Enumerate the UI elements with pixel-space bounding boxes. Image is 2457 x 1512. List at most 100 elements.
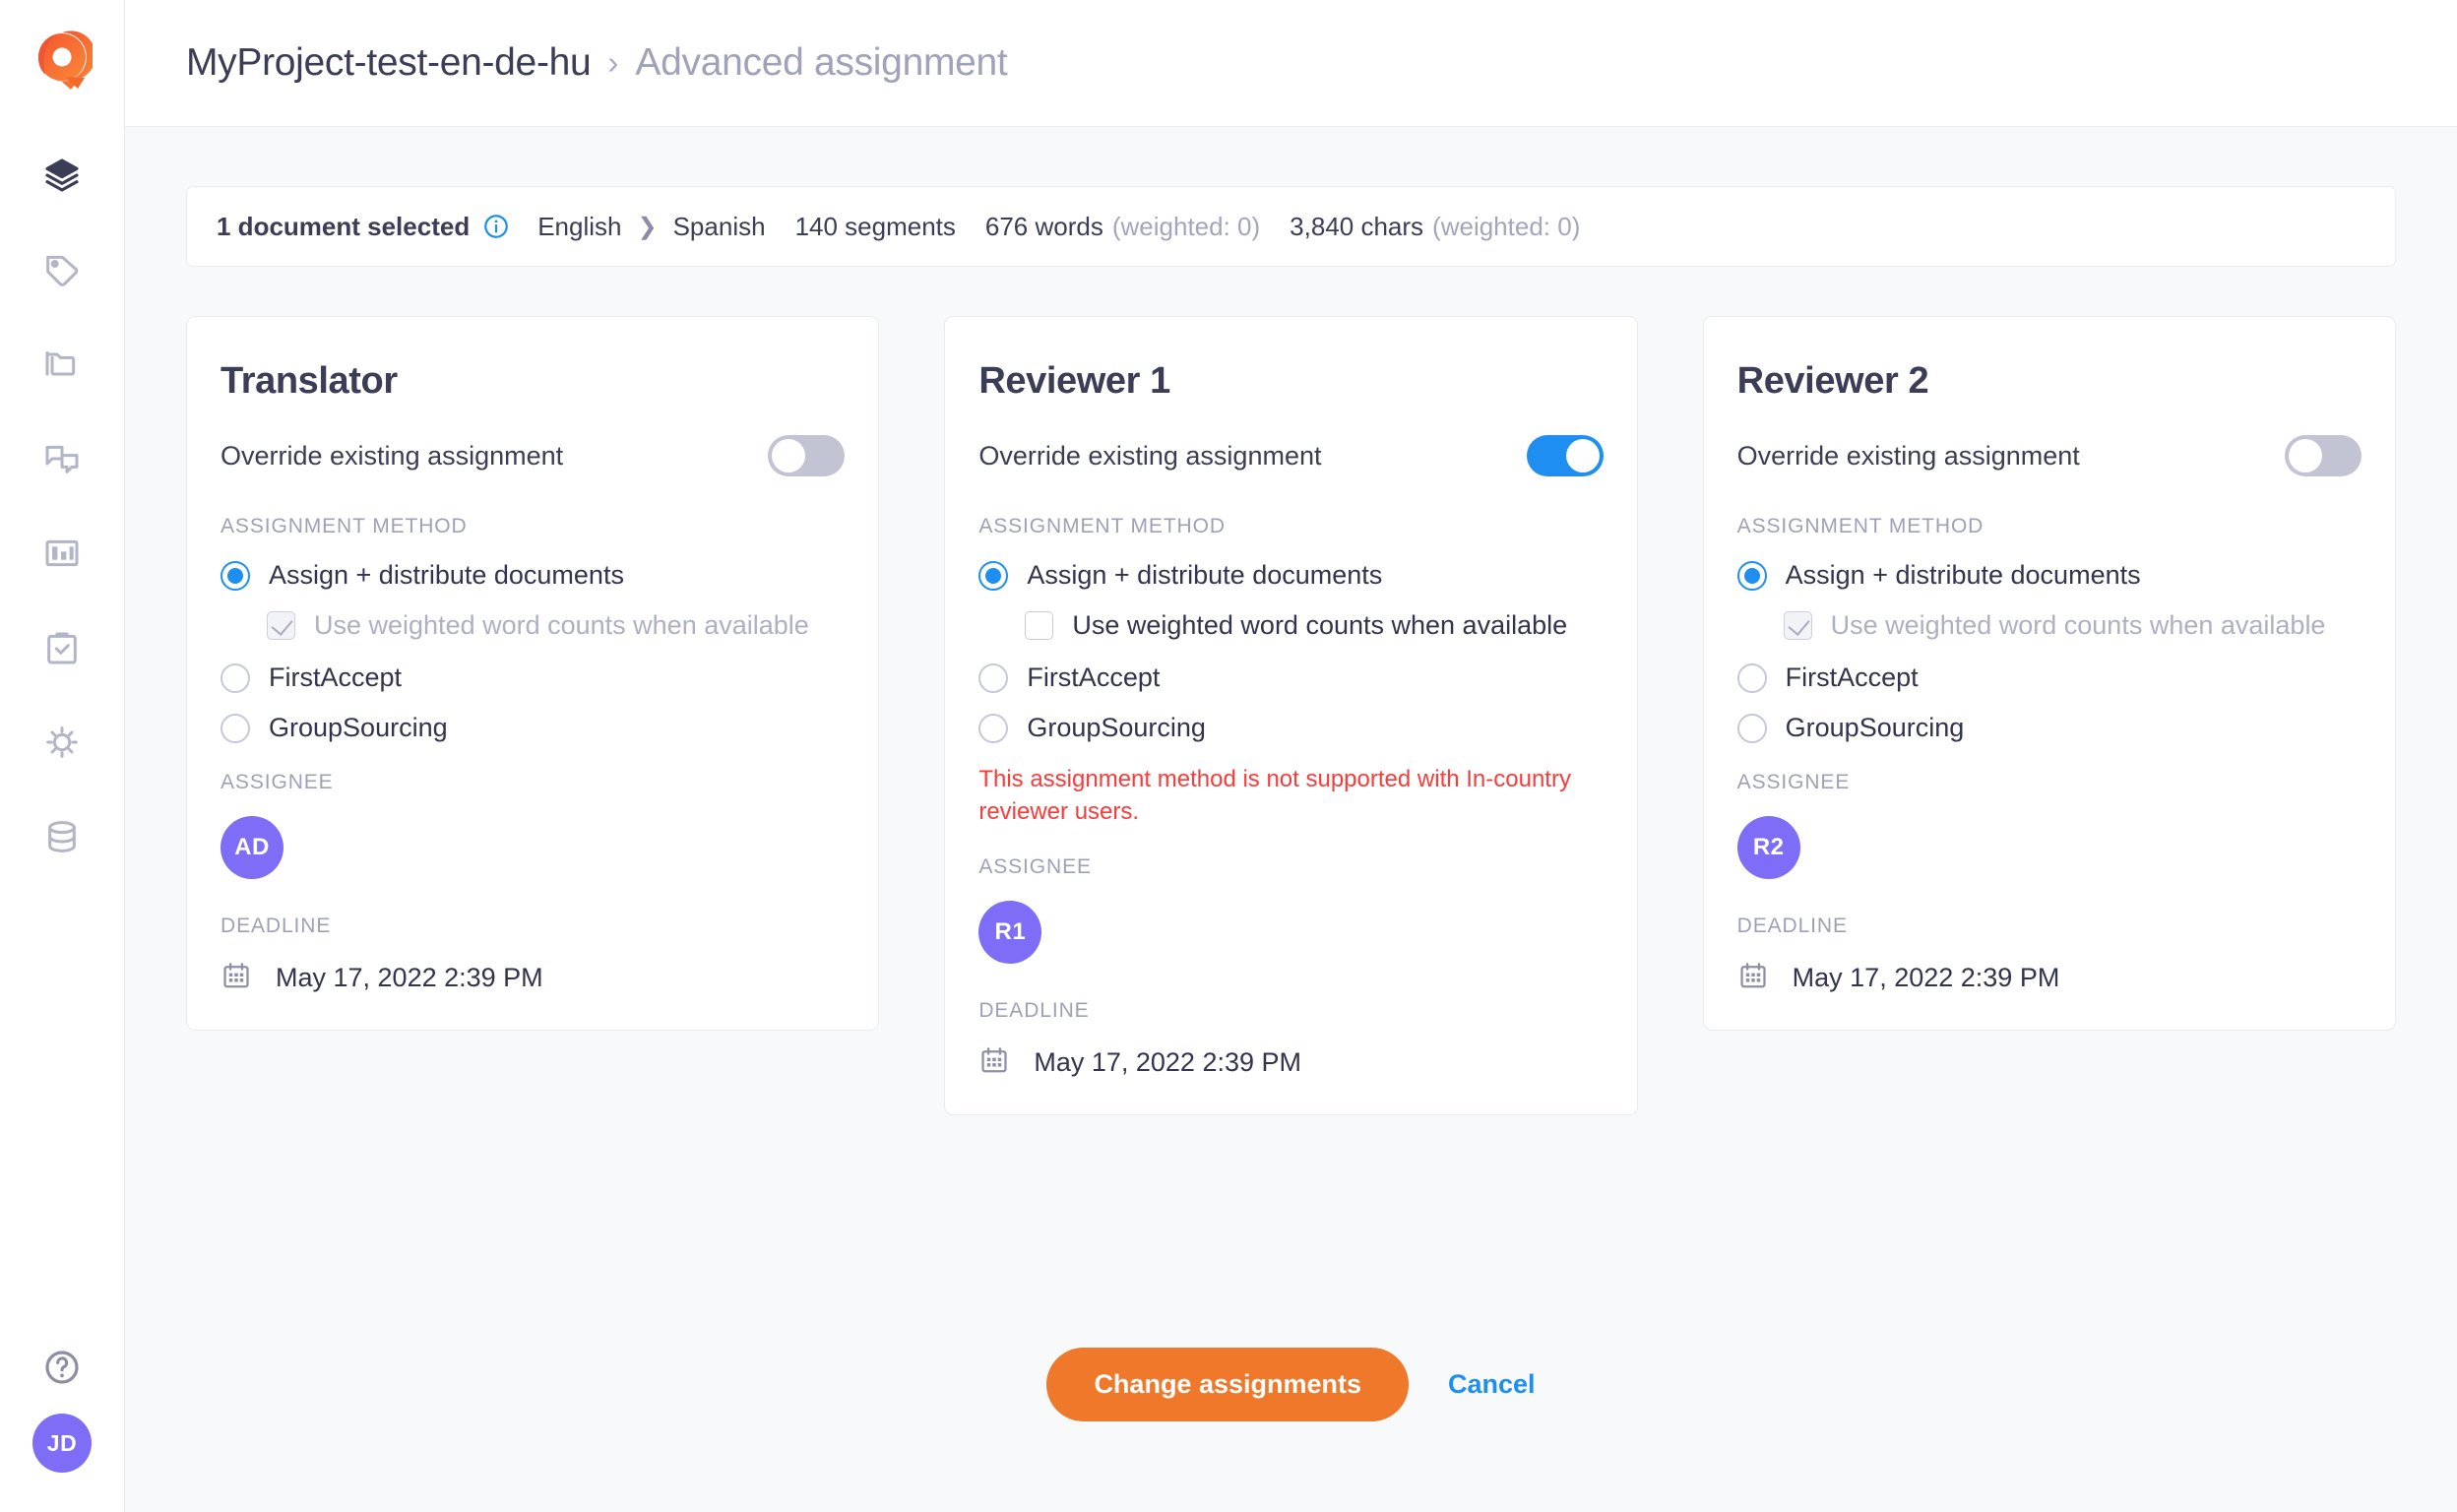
assignee-block: ASSIGNEE R2 (1736, 771, 2362, 879)
method-label: FirstAccept (1785, 662, 1919, 692)
breadcrumb-separator-icon: › (607, 44, 619, 81)
main-area: MyProject-test-en-de-hu › Advanced assig… (125, 0, 2457, 1512)
method-option-assign-distribute[interactable]: Assign + distribute documents (220, 560, 845, 591)
method-option-groupsourcing[interactable]: GroupSourcing (978, 713, 1603, 743)
radio-groupsourcing[interactable] (1736, 713, 1767, 743)
radio-firstaccept[interactable] (978, 662, 1009, 693)
override-row: Override existing assignment (978, 435, 1604, 476)
deadline-label: DEADLINE (1736, 914, 1848, 937)
method-option-assign-distribute[interactable]: Assign + distribute documents (978, 560, 1603, 591)
radio-assign-distribute[interactable] (220, 560, 250, 591)
sidebar-nav (16, 130, 108, 886)
sidebar-item-help[interactable] (16, 1325, 108, 1414)
method-option-firstaccept[interactable]: FirstAccept (978, 662, 1603, 693)
method-label: FirstAccept (1027, 662, 1161, 692)
weighted-word-counts-row[interactable]: Use weighted word counts when available (267, 610, 845, 641)
question-circle-icon (42, 1348, 82, 1392)
weighted-word-counts-checkbox[interactable] (267, 611, 295, 640)
radio-groupsourcing[interactable] (978, 713, 1009, 743)
word-count-weighted: (weighted: 0) (1111, 211, 1261, 241)
override-toggle[interactable] (768, 435, 846, 476)
toggle-knob (2288, 439, 2322, 472)
sidebar-item-reports[interactable] (16, 508, 108, 602)
deadline-picker[interactable]: May 17, 2022 2:39 PM (220, 960, 845, 996)
char-count: 3,840 chars (1290, 211, 1424, 241)
card-title: Reviewer 1 (978, 360, 1170, 402)
calendar-icon (220, 960, 252, 996)
target-language: Spanish (672, 211, 766, 241)
sidebar-item-settings[interactable] (16, 697, 108, 791)
weighted-word-counts-label: Use weighted word counts when available (314, 610, 809, 640)
method-option-assign-distribute[interactable]: Assign + distribute documents (1736, 560, 2362, 591)
assignment-method-label: ASSIGNMENT METHOD (220, 515, 468, 537)
selection-count: 1 document selected (217, 211, 471, 241)
radio-assign-distribute[interactable] (1736, 560, 1767, 591)
assignee-avatar[interactable]: R1 (978, 901, 1042, 965)
method-option-firstaccept[interactable]: FirstAccept (1736, 662, 2362, 693)
weighted-word-counts-label: Use weighted word counts when available (1072, 610, 1568, 640)
assignment-card-reviewer-2: Reviewer 2 Override existing assignment … (1702, 316, 2396, 1031)
method-label: FirstAccept (269, 662, 403, 692)
override-row: Override existing assignment (220, 435, 846, 476)
assignee-avatar[interactable]: AD (220, 816, 284, 879)
assignment-cards: Translator Override existing assignment … (186, 316, 2396, 1116)
sidebar-item-tasks[interactable] (16, 602, 108, 697)
assignee-label: ASSIGNEE (978, 855, 1092, 879)
assignee-label: ASSIGNEE (220, 771, 334, 793)
info-circle-icon[interactable] (482, 213, 510, 240)
deadline-value: May 17, 2022 2:39 PM (1034, 1047, 1301, 1078)
cancel-button[interactable]: Cancel (1448, 1369, 1536, 1400)
weighted-word-counts-checkbox[interactable] (1783, 611, 1812, 640)
change-assignments-button[interactable]: Change assignments (1046, 1348, 1410, 1421)
weighted-word-counts-checkbox[interactable] (1025, 611, 1054, 640)
deadline-value: May 17, 2022 2:39 PM (276, 963, 543, 992)
deadline-picker[interactable]: May 17, 2022 2:39 PM (978, 1044, 1603, 1081)
radio-assign-distribute[interactable] (978, 560, 1009, 591)
radio-groupsourcing[interactable] (220, 713, 250, 743)
clipboard-check-icon (42, 628, 82, 672)
override-label: Override existing assignment (220, 440, 564, 471)
gear-icon (42, 723, 82, 767)
breadcrumb-project[interactable]: MyProject-test-en-de-hu (186, 41, 592, 85)
sidebar-item-layers[interactable] (16, 130, 108, 224)
user-avatar[interactable]: JD (32, 1414, 92, 1473)
assignee-block: ASSIGNEE R1 (978, 855, 1603, 965)
override-toggle[interactable] (2284, 435, 2362, 476)
assignee-initials: AD (234, 834, 270, 860)
method-option-groupsourcing[interactable]: GroupSourcing (220, 713, 845, 743)
left-sidebar: JD (0, 0, 125, 1512)
method-option-firstaccept[interactable]: FirstAccept (220, 662, 845, 693)
user-avatar-initials: JD (46, 1429, 78, 1456)
sidebar-item-folders[interactable] (16, 319, 108, 413)
deadline-value: May 17, 2022 2:39 PM (1792, 963, 2060, 992)
deadline-label: DEADLINE (978, 999, 1090, 1023)
method-label: GroupSourcing (269, 713, 448, 742)
breadcrumb: MyProject-test-en-de-hu › Advanced assig… (186, 41, 1008, 85)
weighted-word-counts-label: Use weighted word counts when available (1830, 610, 2326, 640)
sidebar-item-tags[interactable] (16, 224, 108, 319)
folder-icon (42, 345, 82, 389)
weighted-word-counts-row[interactable]: Use weighted word counts when available (1025, 610, 1603, 641)
assignee-avatar[interactable]: R2 (1736, 816, 1800, 879)
method-option-groupsourcing[interactable]: GroupSourcing (1736, 713, 2362, 743)
assignee-initials: R1 (994, 918, 1027, 946)
radio-firstaccept[interactable] (1736, 662, 1767, 693)
q-logo-icon[interactable] (30, 28, 94, 93)
app-root: JD MyProject-test-en-de-hu › Advanced as… (0, 0, 2457, 1512)
sidebar-item-conversations[interactable] (16, 413, 108, 508)
radio-firstaccept[interactable] (220, 662, 250, 693)
language-arrow-icon: ❯ (637, 213, 658, 240)
weighted-word-counts-row[interactable]: Use weighted word counts when available (1783, 610, 2362, 641)
override-toggle[interactable] (1526, 435, 1604, 476)
deadline-picker[interactable]: May 17, 2022 2:39 PM (1737, 960, 2362, 996)
deadline-block: DEADLINE May 17, 2022 2:39 PM (1737, 914, 2362, 996)
deadline-label: DEADLINE (220, 914, 332, 937)
method-label: Assign + distribute documents (269, 560, 624, 590)
calendar-icon (1737, 960, 1769, 996)
top-bar: MyProject-test-en-de-hu › Advanced assig… (125, 0, 2457, 127)
assignee-label: ASSIGNEE (1736, 771, 1851, 793)
database-icon (42, 817, 82, 861)
layers-icon (42, 156, 82, 200)
bar-chart-icon (42, 534, 82, 578)
sidebar-item-resources[interactable] (16, 791, 108, 886)
